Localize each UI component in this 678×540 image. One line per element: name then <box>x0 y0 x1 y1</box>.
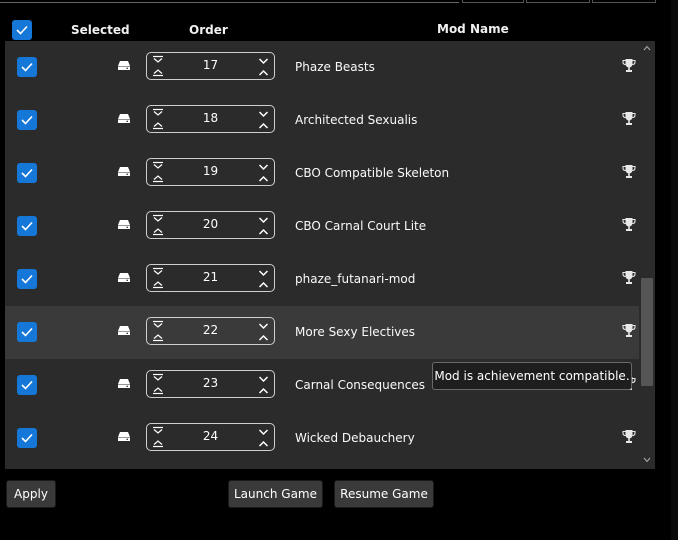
hard-drive-icon <box>118 379 130 388</box>
chevron-up-down-icon[interactable] <box>258 56 269 78</box>
scroll-down-icon[interactable] <box>643 457 651 463</box>
mod-select-checkbox[interactable] <box>17 57 37 77</box>
scrollbar-thumb[interactable] <box>641 278 653 386</box>
trophy-icon[interactable] <box>622 111 636 126</box>
launch-game-button[interactable]: Launch Game <box>228 480 323 508</box>
mod-name: Phaze Beasts <box>295 60 375 74</box>
checkmark-icon <box>21 168 33 178</box>
checkmark-icon <box>21 62 33 72</box>
mod-name: Architected Sexualis <box>295 113 418 127</box>
checkmark-icon <box>21 380 33 390</box>
move-top-bottom-icon[interactable] <box>152 161 164 183</box>
move-top-bottom-icon[interactable] <box>152 426 164 448</box>
chevron-up-down-icon[interactable] <box>258 162 269 184</box>
mod-row[interactable]: 20 CBO Carnal Court Lite <box>5 200 639 253</box>
achievement-tooltip: Mod is achievement compatible. <box>432 362 632 390</box>
mod-row[interactable]: 21 phaze_futanari-mod <box>5 253 639 306</box>
mod-name: CBO Compatible Skeleton <box>295 166 450 180</box>
hard-drive-icon <box>118 61 130 70</box>
search-input[interactable] <box>0 0 459 3</box>
trophy-icon[interactable] <box>622 429 636 444</box>
checkmark-icon <box>21 274 33 284</box>
window-edge <box>671 0 678 540</box>
hard-drive-icon <box>118 326 130 335</box>
order-stepper[interactable]: 19 <box>146 158 275 186</box>
hard-drive-icon <box>118 220 130 229</box>
checkmark-icon <box>21 433 33 443</box>
mod-name: Wicked Debauchery <box>295 431 415 445</box>
mod-name-column-header: Mod Name <box>437 22 509 36</box>
checkmark-icon <box>21 115 33 125</box>
toolbar-button[interactable] <box>462 0 524 3</box>
order-value[interactable]: 18 <box>177 111 244 125</box>
order-value[interactable]: 17 <box>177 58 244 72</box>
order-stepper[interactable]: 17 <box>146 52 275 80</box>
trophy-icon[interactable] <box>622 217 636 232</box>
order-column-header: Order <box>189 23 228 37</box>
chevron-up-down-icon[interactable] <box>258 268 269 290</box>
toolbar-button[interactable] <box>592 0 656 3</box>
mod-select-checkbox[interactable] <box>17 428 37 448</box>
trophy-icon[interactable] <box>622 270 636 285</box>
order-value[interactable]: 22 <box>177 323 244 337</box>
mod-select-checkbox[interactable] <box>17 375 37 395</box>
chevron-up-down-icon[interactable] <box>258 215 269 237</box>
resume-game-button[interactable]: Resume Game <box>334 480 434 508</box>
trophy-icon[interactable] <box>622 58 636 73</box>
trophy-icon[interactable] <box>622 323 636 338</box>
order-value[interactable]: 19 <box>177 164 244 178</box>
mod-row[interactable]: 17 Phaze Beasts <box>5 41 639 94</box>
checkmark-icon <box>21 327 33 337</box>
scroll-up-icon[interactable] <box>643 45 651 51</box>
mod-select-checkbox[interactable] <box>17 110 37 130</box>
mod-name: Carnal Consequences <box>295 378 425 392</box>
mod-row[interactable]: 24 Wicked Debauchery <box>5 412 639 465</box>
mod-row[interactable]: 19 CBO Compatible Skeleton <box>5 147 639 200</box>
order-value[interactable]: 24 <box>177 429 244 443</box>
chevron-up-down-icon[interactable] <box>258 321 269 343</box>
mod-name: phaze_futanari-mod <box>295 272 416 286</box>
select-all-checkbox[interactable] <box>12 20 32 40</box>
order-stepper[interactable]: 23 <box>146 370 275 398</box>
move-top-bottom-icon[interactable] <box>152 320 164 342</box>
move-top-bottom-icon[interactable] <box>152 108 164 130</box>
mod-name: More Sexy Electives <box>295 325 416 339</box>
checkmark-icon <box>21 221 33 231</box>
order-value[interactable]: 23 <box>177 376 244 390</box>
trophy-icon[interactable] <box>622 164 636 179</box>
order-stepper[interactable]: 20 <box>146 211 275 239</box>
mod-select-checkbox[interactable] <box>17 163 37 183</box>
mod-select-checkbox[interactable] <box>17 269 37 289</box>
move-top-bottom-icon[interactable] <box>152 267 164 289</box>
mod-list: 17 Phaze Beasts 18 Architected Sexualis … <box>5 41 655 469</box>
hard-drive-icon <box>118 273 130 282</box>
order-stepper[interactable]: 21 <box>146 264 275 292</box>
hard-drive-icon <box>118 432 130 441</box>
order-stepper[interactable]: 24 <box>146 423 275 451</box>
move-top-bottom-icon[interactable] <box>152 214 164 236</box>
move-top-bottom-icon[interactable] <box>152 55 164 77</box>
chevron-up-down-icon[interactable] <box>258 374 269 396</box>
mod-select-checkbox[interactable] <box>17 216 37 236</box>
checkmark-icon <box>16 25 28 35</box>
chevron-up-down-icon[interactable] <box>258 109 269 131</box>
order-value[interactable]: 21 <box>177 270 244 284</box>
order-stepper[interactable]: 22 <box>146 317 275 345</box>
mod-row[interactable]: 18 Architected Sexualis <box>5 94 639 147</box>
order-stepper[interactable]: 18 <box>146 105 275 133</box>
move-top-bottom-icon[interactable] <box>152 373 164 395</box>
hard-drive-icon <box>118 167 130 176</box>
apply-button[interactable]: Apply <box>6 480 56 508</box>
mod-row[interactable]: 22 More Sexy Electives <box>5 306 639 359</box>
toolbar-button[interactable] <box>526 0 590 3</box>
scrollbar[interactable] <box>639 41 655 469</box>
hard-drive-icon <box>118 114 130 123</box>
selected-column-header: Selected <box>71 23 130 37</box>
order-value[interactable]: 20 <box>177 217 244 231</box>
mod-name: CBO Carnal Court Lite <box>295 219 427 233</box>
chevron-up-down-icon[interactable] <box>258 427 269 449</box>
mod-select-checkbox[interactable] <box>17 322 37 342</box>
